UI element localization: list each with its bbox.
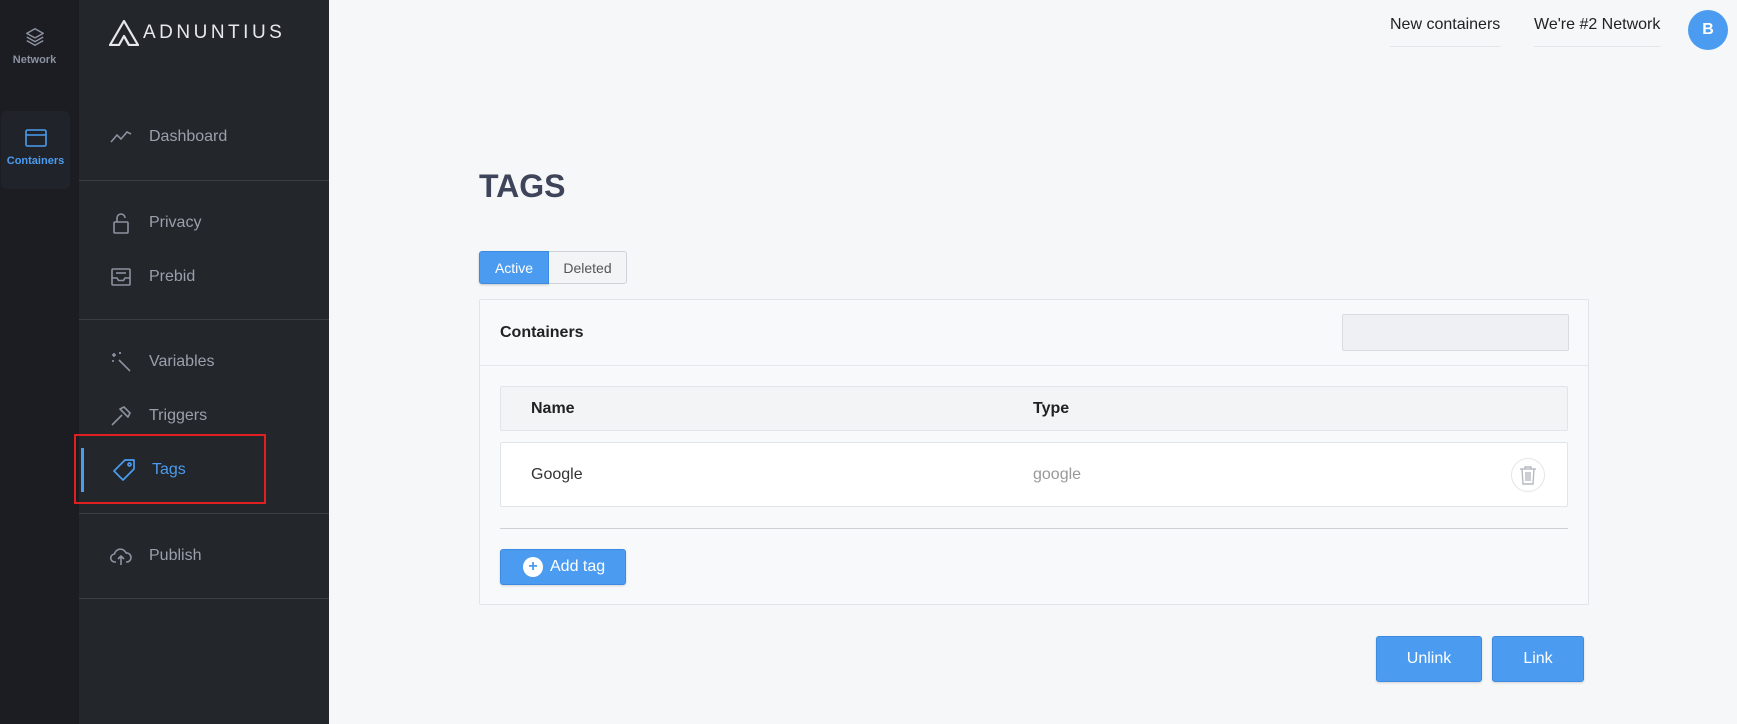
sidebar-divider (79, 319, 329, 320)
unlink-button[interactable]: Unlink (1376, 636, 1482, 682)
sidebar-item-dashboard[interactable]: Dashboard (79, 115, 329, 159)
cloud-upload-icon (109, 544, 133, 568)
filter-active-button[interactable]: Active (479, 251, 549, 284)
sidebar: ADNUNTIUS Dashboard Privacy Prebid Varia… (74, 0, 329, 724)
magic-wand-icon (109, 350, 133, 374)
link-button[interactable]: Link (1492, 636, 1584, 682)
cell-name: Google (531, 466, 583, 483)
cell-type: google (1033, 466, 1082, 483)
sidebar-divider (79, 180, 329, 181)
logo-mark-icon (109, 20, 139, 46)
column-header-name: Name (531, 400, 575, 417)
logo-text: ADNUNTIUS (143, 22, 286, 43)
delete-button[interactable] (1511, 458, 1545, 492)
trash-icon (1520, 466, 1536, 485)
lock-icon (109, 211, 133, 235)
sidebar-item-label: Variables (149, 353, 215, 370)
app-rail: Network Containers (0, 0, 79, 724)
sidebar-item-variables[interactable]: Variables (79, 340, 329, 384)
sidebar-item-privacy[interactable]: Privacy (79, 201, 329, 245)
rail-item-containers[interactable]: Containers (1, 111, 70, 189)
folder-icon (24, 129, 47, 147)
filter-deleted-button[interactable]: Deleted (549, 251, 627, 284)
avatar[interactable]: B (1688, 10, 1728, 50)
hammer-icon (109, 404, 133, 428)
page-title: TAGS (479, 168, 566, 204)
sidebar-item-label: Dashboard (149, 128, 228, 145)
new-containers-link[interactable]: New containers (1390, 16, 1501, 47)
sidebar-divider (79, 513, 329, 514)
add-tag-button[interactable]: + Add tag (500, 549, 626, 585)
sidebar-item-label: Prebid (149, 268, 196, 285)
sidebar-item-label: Privacy (149, 214, 202, 231)
sidebar-divider (79, 598, 329, 599)
selection-highlight (74, 434, 266, 504)
layers-icon (25, 28, 44, 46)
table-separator (500, 528, 1568, 529)
panel-header: Containers (480, 300, 1588, 366)
chart-line-icon (109, 125, 133, 149)
network-link[interactable]: We're #2 Network (1534, 16, 1661, 47)
rail-network-label: Network (12, 54, 57, 66)
app-logo[interactable]: ADNUNTIUS (109, 20, 285, 46)
add-tag-label: Add tag (550, 558, 606, 575)
table-row[interactable]: Google google (500, 442, 1568, 507)
rail-containers-label: Containers (6, 155, 65, 167)
column-header-type: Type (1033, 400, 1070, 417)
containers-panel: Containers Name Type Google google + Add… (479, 299, 1589, 605)
panel-search-input[interactable] (1342, 314, 1569, 351)
inbox-icon (109, 265, 133, 289)
rail-item-network[interactable]: Network (0, 20, 69, 80)
table-header: Name Type (500, 386, 1568, 431)
panel-title: Containers (500, 324, 584, 341)
sidebar-item-publish[interactable]: Publish (79, 534, 329, 578)
sidebar-item-triggers[interactable]: Triggers (79, 394, 329, 438)
sidebar-item-prebid[interactable]: Prebid (79, 255, 329, 299)
sidebar-item-label: Publish (149, 547, 202, 564)
plus-icon: + (523, 557, 543, 577)
sidebar-item-label: Triggers (149, 407, 208, 424)
